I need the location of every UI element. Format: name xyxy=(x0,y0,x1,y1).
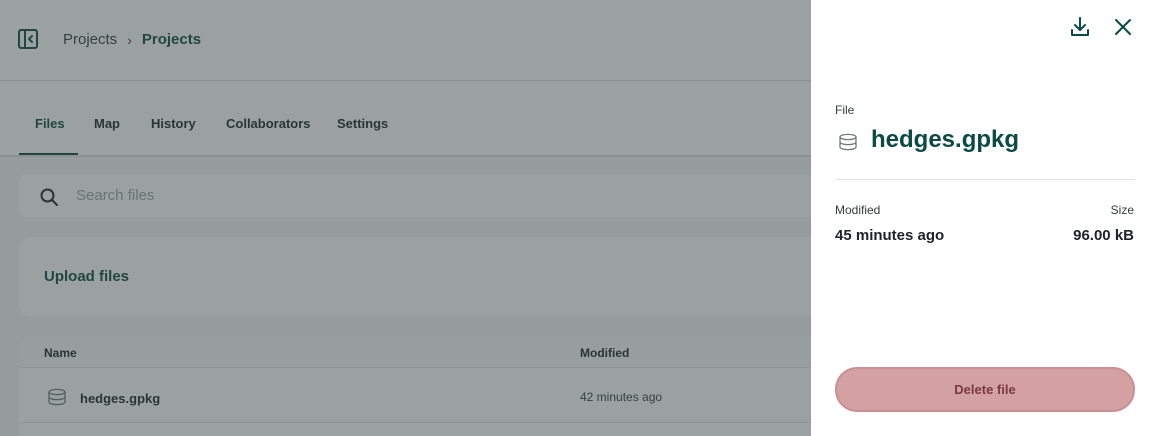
close-icon[interactable] xyxy=(1111,15,1135,39)
item-type-label: File xyxy=(835,103,855,117)
database-icon xyxy=(838,133,858,151)
modified-label: Modified xyxy=(835,203,881,217)
download-icon[interactable] xyxy=(1068,15,1092,39)
panel-file-name: hedges.gpkg xyxy=(871,126,1020,153)
modified-value: 45 minutes ago xyxy=(835,227,945,244)
divider xyxy=(835,179,1135,180)
size-value: 96.00 kB xyxy=(1073,227,1134,244)
file-detail-panel: File hedges.gpkg Modified Size 45 minute… xyxy=(811,0,1154,436)
size-label: Size xyxy=(1110,203,1134,217)
delete-file-button[interactable]: Delete file xyxy=(835,367,1135,412)
